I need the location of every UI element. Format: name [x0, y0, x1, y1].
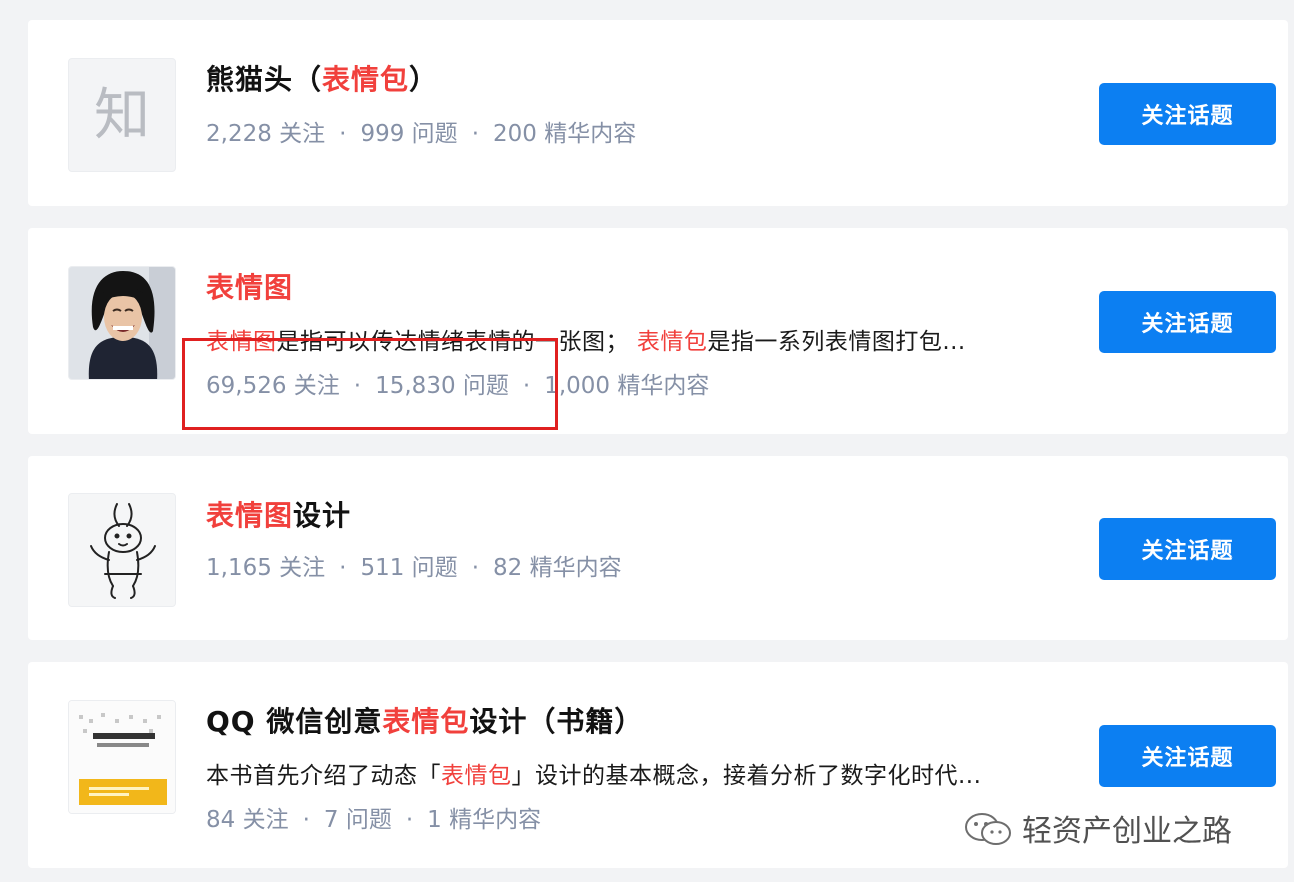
topic-title[interactable]: 熊猫头（表情包） [206, 58, 438, 98]
topic-excerpt: 本书首先介绍了动态「表情包」设计的基本概念，接着分析了数字化时代... [206, 763, 982, 789]
featured-count: 1 精华内容 [427, 807, 542, 833]
topic-meta: 1,165 关注 · 511 问题 · 82 精华内容 [206, 548, 622, 582]
zhihu-placeholder-icon[interactable]: 知 [68, 58, 176, 172]
topic-meta: 2,228 关注 · 999 问题 · 200 精华内容 [206, 114, 636, 148]
questions-count: 511 问题 [360, 555, 458, 581]
book-cover-icon[interactable] [68, 700, 176, 814]
separator-dot: · [302, 807, 310, 833]
rabbit-drawing-icon [69, 494, 175, 606]
topic-title[interactable]: 表情图设计 [206, 494, 351, 534]
questions-count: 7 问题 [323, 807, 392, 833]
topic-meta: 84 关注 · 7 问题 · 1 精华内容 [206, 800, 541, 834]
topic-card[interactable]: 知 熊猫头（表情包） 2,228 关注 · 999 问题 · 200 精华内容 关注话题 [28, 20, 1288, 206]
featured-count: 200 精华内容 [493, 121, 637, 147]
watermark: 轻资产创业之路 [962, 806, 1232, 857]
separator-dot: · [339, 555, 347, 581]
follow-topic-button[interactable]: 关注话题 [1099, 518, 1276, 580]
laughing-person-photo[interactable] [68, 266, 176, 380]
highlight-annotation-box [182, 338, 558, 430]
wechat-icon [962, 809, 1014, 857]
separator-dot: · [405, 807, 414, 833]
rabbit-sketch-icon[interactable] [68, 493, 176, 607]
followers-count: 2,228 关注 [206, 121, 326, 147]
topic-card[interactable]: 表情图设计 1,165 关注 · 511 问题 · 82 精华内容 关注话题 [28, 456, 1288, 640]
questions-count: 999 问题 [360, 121, 458, 147]
topic-title[interactable]: QQ 微信创意表情包设计（书籍） [206, 700, 643, 740]
follow-topic-button[interactable]: 关注话题 [1099, 725, 1276, 787]
separator-dot: · [471, 121, 479, 147]
follow-topic-button[interactable]: 关注话题 [1099, 83, 1276, 145]
book-cover-image [69, 701, 175, 813]
featured-count: 1,000 精华内容 [544, 373, 710, 399]
person-photo-icon [69, 267, 175, 379]
topic-title[interactable]: 表情图 [206, 266, 293, 306]
watermark-text: 轻资产创业之路 [1022, 814, 1232, 849]
separator-dot: · [339, 121, 347, 147]
separator-dot: · [471, 555, 479, 581]
follow-topic-button[interactable]: 关注话题 [1099, 291, 1276, 353]
followers-count: 1,165 关注 [206, 555, 326, 581]
followers-count: 84 关注 [206, 807, 289, 833]
featured-count: 82 精华内容 [493, 555, 622, 581]
